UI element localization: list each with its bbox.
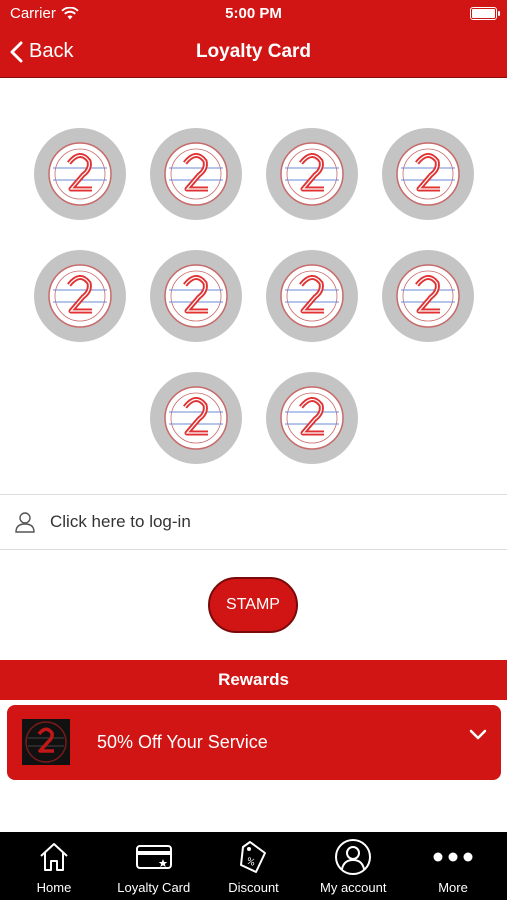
nav-bar: Back Loyalty Card	[0, 28, 507, 78]
tab-my-account[interactable]: My account	[305, 832, 401, 900]
stamp-slot	[33, 128, 126, 220]
tab-label: Loyalty Card	[117, 880, 191, 895]
status-bar: Carrier 5:00 PM	[0, 0, 507, 28]
rewards-header: Rewards	[0, 660, 507, 700]
tab-label: My account	[320, 880, 387, 895]
stamp-row	[0, 128, 507, 220]
stamp-row	[0, 250, 507, 342]
stamp-slot	[381, 250, 474, 342]
stamp-slot	[381, 128, 474, 220]
tab-more[interactable]: More	[405, 832, 501, 900]
tab-label: More	[438, 880, 468, 895]
stamp-logo-icon	[279, 142, 344, 206]
stamp-slot	[149, 250, 242, 342]
reward-item[interactable]: 50% Off Your Service	[7, 705, 501, 780]
tab-label: Discount	[228, 880, 279, 895]
tab-discount[interactable]: % Discount	[206, 832, 302, 900]
stamp-button[interactable]: STAMP	[208, 577, 298, 633]
stamp-logo-icon	[163, 386, 228, 450]
stamp-logo-icon	[47, 264, 112, 328]
stamp-slot	[265, 372, 358, 464]
account-icon	[335, 839, 372, 875]
stamp-logo-icon	[395, 142, 460, 206]
stamp-slot	[33, 250, 126, 342]
stamp-slot	[265, 250, 358, 342]
login-label: Click here to log-in	[50, 512, 191, 531]
tab-home[interactable]: Home	[6, 832, 102, 900]
reward-logo-icon	[25, 721, 67, 763]
tab-label: Home	[36, 880, 72, 895]
reward-thumbnail	[22, 719, 70, 765]
home-icon	[40, 843, 68, 871]
stamp-row	[0, 372, 507, 464]
status-time: 5:00 PM	[225, 5, 282, 22]
stamp-logo-icon	[163, 264, 228, 328]
stamp-logo-icon	[163, 142, 228, 206]
stamp-logo-icon	[395, 264, 460, 328]
login-row[interactable]: Click here to log-in	[0, 494, 507, 550]
battery-icon	[470, 7, 500, 20]
stamp-slot	[265, 128, 358, 220]
more-icon	[433, 852, 473, 862]
loyalty-card-icon	[135, 845, 172, 869]
stamp-logo-icon	[279, 386, 344, 450]
stamp-grid	[0, 128, 507, 494]
stamp-logo-icon	[279, 264, 344, 328]
tab-loyalty-card[interactable]: Loyalty Card	[106, 832, 202, 900]
stamp-logo-icon	[47, 142, 112, 206]
tab-bar: Home Loyalty Card % Discount My account …	[0, 832, 507, 900]
discount-tag-icon: %	[239, 841, 266, 873]
page-title: Loyalty Card	[195, 41, 312, 62]
stamp-slot	[149, 128, 242, 220]
stamp-slot	[149, 372, 242, 464]
reward-label: 50% Off Your Service	[97, 732, 268, 752]
chevron-down-icon[interactable]	[469, 729, 487, 741]
user-icon	[15, 512, 35, 533]
